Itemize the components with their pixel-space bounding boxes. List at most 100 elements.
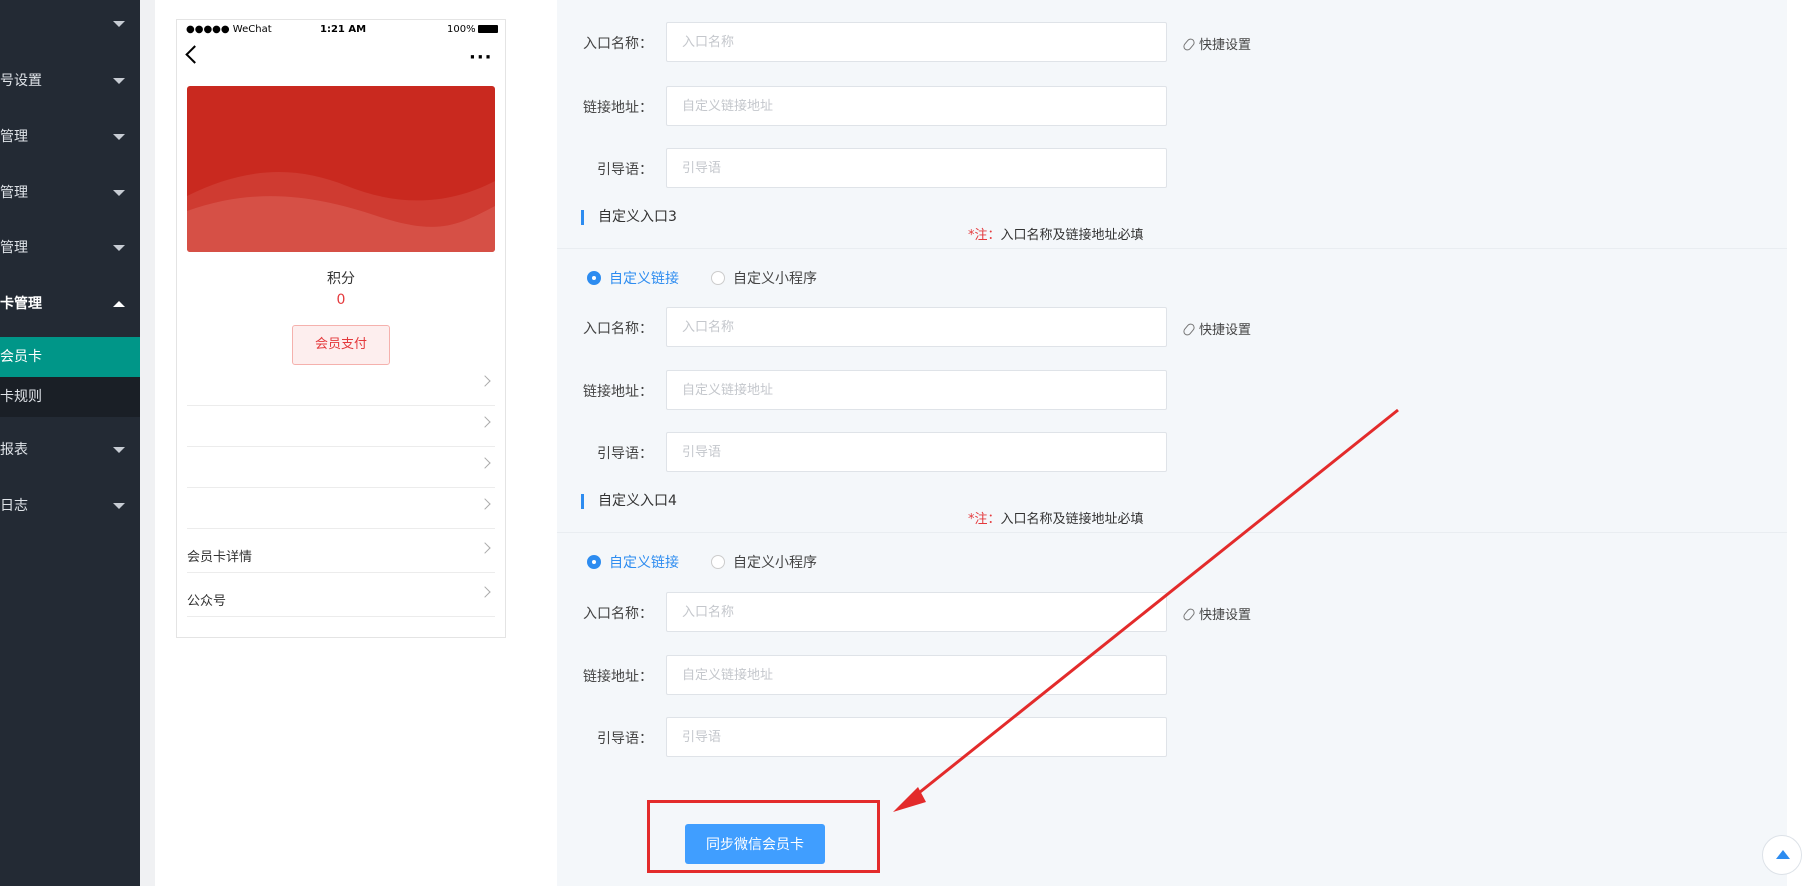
form-row-entry-name: 入口名称： 快捷设置 xyxy=(557,307,1357,347)
quick-settings-link[interactable]: 快捷设置 xyxy=(1181,34,1252,53)
field-label: 引导语： xyxy=(597,731,653,747)
radio-custom-link[interactable]: 自定义链接 xyxy=(587,268,679,288)
sidebar-item-5[interactable]: 管理 xyxy=(0,228,140,268)
chevron-down-icon xyxy=(113,78,125,84)
radio-unchecked-icon xyxy=(711,555,725,569)
radio-custom-miniprogram[interactable]: 自定义小程序 xyxy=(711,552,817,572)
sidebar-item-label: 号设置 xyxy=(0,73,42,89)
status-signal: ●●●●● WeChat xyxy=(186,24,272,35)
chevron-down-icon xyxy=(113,134,125,140)
field-label: 入口名称： xyxy=(583,606,653,622)
points-value: 0 xyxy=(336,292,346,308)
chevron-down-icon xyxy=(113,245,125,251)
field-label: 链接地址： xyxy=(583,384,653,400)
status-battery: 100% xyxy=(447,24,498,35)
sidebar-item-3[interactable]: 管理 xyxy=(0,117,140,157)
scroll-to-top-button[interactable] xyxy=(1762,835,1802,875)
link-url-input[interactable] xyxy=(666,370,1167,410)
member-pay-button[interactable]: 会员支付 xyxy=(292,325,390,365)
list-item[interactable] xyxy=(187,488,495,529)
list-item-label: 会员卡详情 xyxy=(187,550,253,565)
sidebar-item-1[interactable] xyxy=(0,4,140,44)
paperclip-icon xyxy=(1181,321,1197,338)
entry-name-input[interactable] xyxy=(666,22,1167,62)
phone-preview: ●●●●● WeChat 1:21 AM 100% ··· 积分 0 会员支付 … xyxy=(176,19,506,638)
field-label: 引导语： xyxy=(597,162,653,178)
sidebar-subitem-member-card[interactable]: 会员卡 xyxy=(0,337,140,377)
radio-label: 自定义链接 xyxy=(609,271,679,287)
radio-custom-link[interactable]: 自定义链接 xyxy=(587,552,679,572)
sidebar-item-logs[interactable]: 日志 xyxy=(0,486,140,526)
form-row-entry-name: 入口名称： 快捷设置 xyxy=(557,592,1357,632)
chevron-right-icon xyxy=(479,542,491,554)
entry-settings-form: 入口名称： 快捷设置 链接地址： 引导语： 自定义入口3 *注：入口名称及链接地… xyxy=(557,0,1787,886)
guide-input[interactable] xyxy=(666,717,1167,757)
radio-label: 自定义链接 xyxy=(609,555,679,571)
guide-input[interactable] xyxy=(666,432,1167,472)
paperclip-icon xyxy=(1181,606,1197,623)
guide-input[interactable] xyxy=(666,148,1167,188)
radio-checked-icon xyxy=(587,555,601,569)
radio-checked-icon xyxy=(587,271,601,285)
note-prefix: *注： xyxy=(968,228,1001,243)
sidebar-item-label: 卡管理 xyxy=(0,296,42,312)
link-url-input[interactable] xyxy=(666,86,1167,126)
radio-custom-miniprogram[interactable]: 自定义小程序 xyxy=(711,268,817,288)
sidebar-item-label: 管理 xyxy=(0,240,28,256)
form-row-guide: 引导语： xyxy=(557,148,1357,188)
entry-name-input[interactable] xyxy=(666,592,1167,632)
note-text: 入口名称及链接地址必填 xyxy=(1000,512,1144,527)
sidebar-subitem-label: 卡规则 xyxy=(0,389,42,405)
sidebar-item-4[interactable]: 管理 xyxy=(0,173,140,213)
back-icon[interactable] xyxy=(185,45,204,64)
sidebar-item-reports[interactable]: 报表 xyxy=(0,430,140,470)
quick-settings-label: 快捷设置 xyxy=(1199,608,1252,623)
list-item-official-account[interactable]: 公众号 xyxy=(187,573,495,617)
form-row-guide: 引导语： xyxy=(557,432,1357,472)
phone-status-bar: ●●●●● WeChat 1:21 AM 100% xyxy=(177,20,505,40)
field-label: 引导语： xyxy=(597,446,653,462)
sidebar-item-label: 报表 xyxy=(0,442,28,458)
link-url-input[interactable] xyxy=(666,655,1167,695)
status-time: 1:21 AM xyxy=(320,24,367,35)
sidebar-item-label: 日志 xyxy=(0,498,28,514)
member-card-image xyxy=(187,86,495,252)
more-icon[interactable]: ··· xyxy=(469,49,493,67)
chevron-right-icon xyxy=(479,375,491,387)
sidebar-subitem-label: 会员卡 xyxy=(0,349,42,365)
quick-settings-label: 快捷设置 xyxy=(1199,38,1252,53)
card-wave-decoration xyxy=(187,172,495,252)
quick-settings-link[interactable]: 快捷设置 xyxy=(1181,319,1251,338)
radio-unchecked-icon xyxy=(711,271,725,285)
list-item-card-details[interactable]: 会员卡详情 xyxy=(187,529,495,573)
sidebar-item-label: 管理 xyxy=(0,129,28,145)
sync-wechat-card-button[interactable]: 同步微信会员卡 xyxy=(685,824,825,864)
chevron-right-icon xyxy=(479,498,491,510)
chevron-down-icon xyxy=(113,190,125,196)
chevron-up-icon xyxy=(113,301,125,307)
paperclip-icon xyxy=(1181,36,1197,53)
points-label: 积分 xyxy=(327,271,355,287)
sidebar-gutter xyxy=(140,0,155,886)
sidebar: 号设置 管理 管理 管理 卡管理 会员卡 卡规则 报表 日志 xyxy=(0,0,140,886)
form-row-link-url: 链接地址： xyxy=(557,86,1357,126)
sidebar-subitem-card-rules[interactable]: 卡规则 xyxy=(0,377,140,417)
chevron-down-icon xyxy=(113,447,125,453)
form-row-guide: 引导语： xyxy=(557,717,1357,757)
sidebar-item-2[interactable]: 号设置 xyxy=(0,61,140,101)
list-item[interactable] xyxy=(187,447,495,488)
note-text: 入口名称及链接地址必填 xyxy=(1000,228,1144,243)
chevron-right-icon xyxy=(479,416,491,428)
chevron-right-icon xyxy=(479,586,491,598)
list-item-label: 公众号 xyxy=(187,594,227,609)
chevron-right-icon xyxy=(479,457,491,469)
section-title-entry-3: 自定义入口3 xyxy=(581,210,677,225)
list-item[interactable] xyxy=(187,406,495,447)
entry-name-input[interactable] xyxy=(666,307,1167,347)
sidebar-item-card-management[interactable]: 卡管理 xyxy=(0,284,140,324)
quick-settings-link[interactable]: 快捷设置 xyxy=(1181,604,1252,623)
radio-label: 自定义小程序 xyxy=(733,555,817,571)
list-item[interactable] xyxy=(187,365,495,406)
form-row-link-url: 链接地址： xyxy=(557,370,1357,410)
field-label: 入口名称： xyxy=(583,321,653,337)
